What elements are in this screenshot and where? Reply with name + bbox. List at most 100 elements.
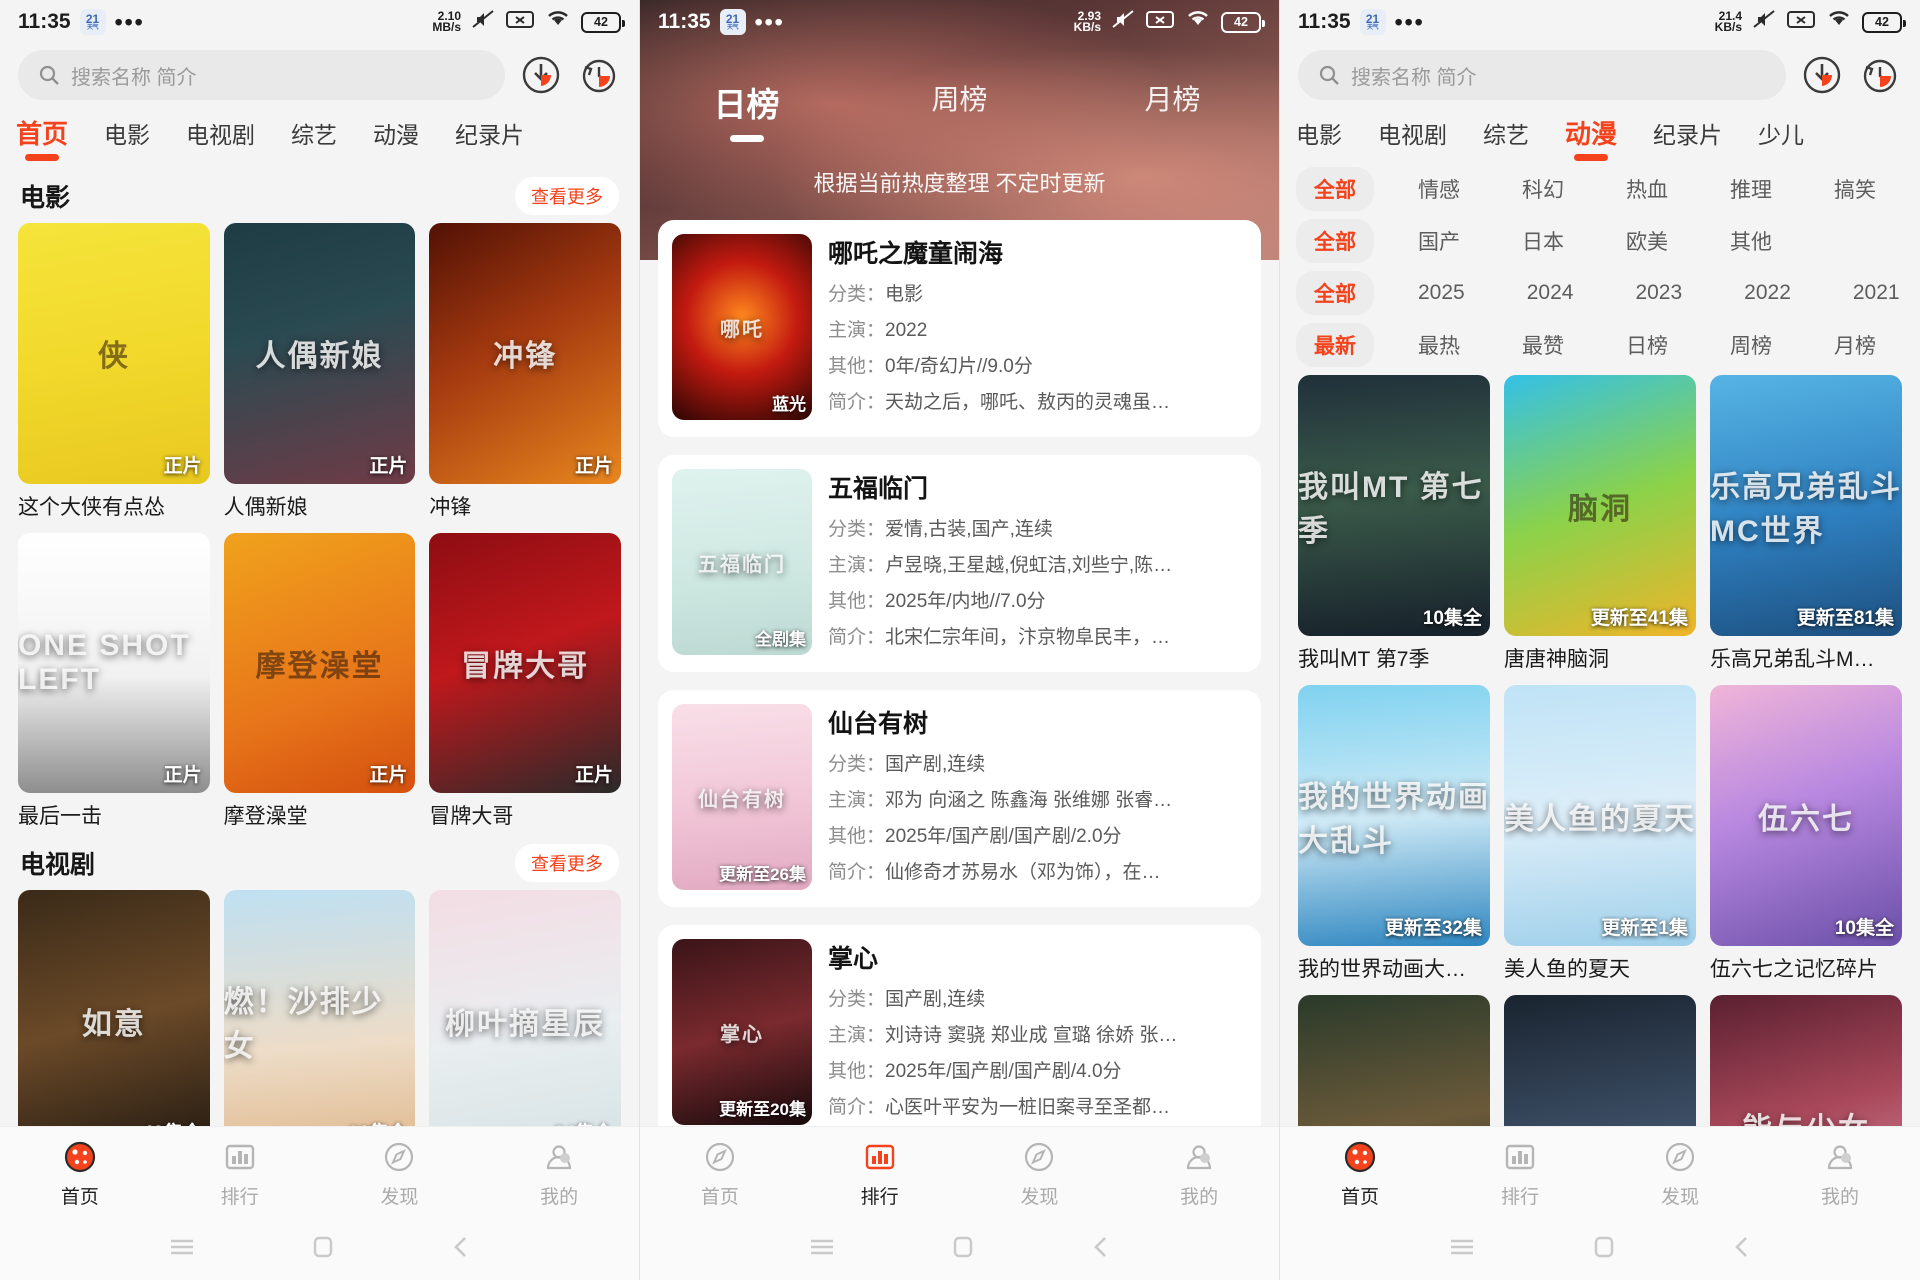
poster-thumbnail[interactable]: 我叫MT 第七季 10集全 (1298, 375, 1490, 637)
bottom-nav[interactable]: 首页 排行 发现 我的 (1280, 1126, 1920, 1218)
search-input[interactable]: 搜索名称 简介 (1298, 50, 1786, 100)
nav-item-首页[interactable]: 首页 (1280, 1137, 1440, 1209)
filter-chip-genre-1[interactable]: 情感 (1400, 167, 1478, 211)
download-button[interactable] (519, 53, 563, 97)
nav-item-发现[interactable]: 发现 (1600, 1137, 1760, 1209)
tab-home-1[interactable]: 电影 (104, 116, 150, 162)
see-more-button[interactable]: 查看更多 (515, 844, 619, 883)
poster-thumbnail[interactable]: 侠正片 (18, 223, 210, 484)
nav-item-我的[interactable]: 我的 (1760, 1137, 1920, 1209)
nav-item-发现[interactable]: 发现 (960, 1137, 1120, 1209)
tab-home-2[interactable]: 电视剧 (186, 116, 255, 162)
home-icon[interactable] (950, 1234, 976, 1265)
tab-anime-5[interactable]: 少儿 (1758, 116, 1804, 162)
category-tabs[interactable]: 首页 电影 电视剧 综艺 动漫 纪录片 (0, 110, 639, 163)
history-button[interactable] (577, 53, 621, 97)
bottom-nav[interactable]: 首页 排行 发现 我的 (0, 1126, 639, 1218)
ranking-tabs[interactable]: 日榜 周榜 月榜 (640, 44, 1279, 126)
filter-chip-sort-5[interactable]: 月榜 (1816, 323, 1894, 367)
system-nav-bar[interactable] (1280, 1218, 1920, 1280)
tab-anime-0[interactable]: 电影 (1296, 116, 1342, 162)
movie-card[interactable]: 摩登澡堂 正片 摩登澡堂 (223, 532, 416, 831)
filter-chip-sort-1[interactable]: 最热 (1400, 323, 1478, 367)
filter-chip-region-4[interactable]: 其他 (1712, 219, 1790, 263)
back-icon[interactable] (450, 1234, 472, 1265)
poster-thumbnail[interactable]: 燃！沙排少女36集全 (223, 890, 416, 1152)
back-icon[interactable] (1731, 1234, 1753, 1265)
tab-anime-1[interactable]: 电视剧 (1378, 116, 1447, 162)
filter-chip-genre-0[interactable]: 全部 (1296, 167, 1374, 211)
rank-list-item[interactable]: 掌心 更新至20集 掌心 分类：国产剧,连续 主演：刘诗诗 窦骁 郑业成 宣璐 徐娇 张… (658, 925, 1261, 1142)
filter-row-genre[interactable]: 全部情感科幻热血推理搞笑冒险奇 (1296, 167, 1904, 211)
filter-row-region[interactable]: 全部 国产 日本 欧美 其他 (1296, 219, 1904, 263)
movie-card[interactable]: 人偶新娘 正片 人偶新娘 (223, 223, 416, 521)
menu-icon[interactable] (807, 1236, 837, 1263)
poster-thumbnail[interactable]: 我的世界动画大乱斗 更新至32集 (1298, 685, 1490, 947)
nav-item-首页[interactable]: 首页 (0, 1137, 160, 1209)
poster-thumbnail[interactable]: 柳叶摘星辰24集全 (429, 890, 621, 1152)
movie-card[interactable]: ONE SHOT LEFT 正片 最后一击 (18, 532, 210, 831)
rank-poster-thumbnail[interactable]: 哪吒 蓝光 (672, 234, 812, 420)
tab-anime-2[interactable]: 综艺 (1483, 116, 1529, 162)
poster-thumbnail[interactable]: 摩登澡堂 正片 (223, 532, 416, 794)
system-nav-bar[interactable] (0, 1218, 639, 1280)
filter-chip-year-2[interactable]: 2024 (1509, 274, 1592, 312)
filter-chip-sort-2[interactable]: 最赞 (1504, 323, 1582, 367)
nav-item-我的[interactable]: 我的 (1119, 1137, 1279, 1209)
tab-anime-3[interactable]: 动漫 (1565, 114, 1617, 163)
nav-item-排行[interactable]: 排行 (1440, 1137, 1600, 1209)
movie-card[interactable]: 冒牌大哥 正片 冒牌大哥 (429, 532, 621, 831)
rank-poster-thumbnail[interactable]: 五福临门 全剧集 (672, 469, 812, 655)
poster-thumbnail[interactable]: 脑洞 更新至41集 (1504, 375, 1696, 637)
back-icon[interactable] (1090, 1234, 1112, 1265)
home-icon[interactable] (310, 1234, 336, 1265)
anime-card[interactable]: 乐高兄弟乱斗MC世界 更新至81集 乐高兄弟乱斗M… (1710, 375, 1902, 673)
anime-card[interactable]: 我的世界动画大乱斗 更新至32集 我的世界动画大… (1298, 685, 1490, 983)
filter-chip-genre-4[interactable]: 推理 (1712, 167, 1790, 211)
see-more-button[interactable]: 查看更多 (515, 177, 619, 215)
filter-chip-region-1[interactable]: 国产 (1400, 219, 1478, 263)
nav-item-我的[interactable]: 我的 (479, 1137, 639, 1209)
filter-chip-genre-2[interactable]: 科幻 (1504, 167, 1582, 211)
anime-card[interactable]: 美人鱼的夏天 更新至1集 美人鱼的夏天 (1504, 685, 1696, 983)
poster-thumbnail[interactable]: ONE SHOT LEFT 正片 (18, 532, 210, 794)
category-tabs[interactable]: 电影 电视剧 综艺 动漫 纪录片 少儿 (1280, 110, 1920, 163)
bottom-nav[interactable]: 首页 排行 发现 我的 (640, 1126, 1279, 1218)
tab-home-4[interactable]: 动漫 (373, 116, 419, 162)
tab-home-0[interactable]: 首页 (16, 114, 68, 163)
anime-card[interactable]: 脑洞 更新至41集 唐唐神脑洞 (1504, 375, 1696, 673)
anime-card[interactable]: 我叫MT 第七季 10集全 我叫MT 第7季 (1298, 375, 1490, 673)
poster-thumbnail[interactable]: 人偶新娘 正片 (223, 223, 416, 484)
poster-thumbnail[interactable]: 冒牌大哥 正片 (429, 532, 621, 794)
rank-tab-0[interactable]: 日榜 (640, 78, 853, 126)
filter-row-year[interactable]: 全部202520242023202220212020 (1296, 271, 1904, 315)
poster-thumbnail[interactable]: 如意42集全 (18, 890, 210, 1151)
anime-card[interactable]: 伍六七 10集全 伍六七之记忆碎片 (1710, 685, 1902, 983)
nav-item-发现[interactable]: 发现 (320, 1137, 480, 1209)
poster-thumbnail[interactable]: 乐高兄弟乱斗MC世界 更新至81集 (1710, 375, 1902, 637)
nav-item-排行[interactable]: 排行 (160, 1137, 320, 1209)
menu-icon[interactable] (167, 1236, 197, 1263)
filter-row-sort[interactable]: 最新 最热 最赞 日榜 周榜 月榜 (1296, 323, 1904, 367)
rank-poster-thumbnail[interactable]: 仙台有树 更新至26集 (672, 704, 812, 890)
rank-list-item[interactable]: 哪吒 蓝光 哪吒之魔童闹海 分类：电影 主演：2022 其他：0年/奇幻片//9.0分 简介… (658, 220, 1261, 437)
filter-chip-year-3[interactable]: 2023 (1617, 274, 1700, 312)
poster-thumbnail[interactable]: 伍六七 10集全 (1710, 685, 1902, 947)
nav-item-排行[interactable]: 排行 (800, 1137, 960, 1209)
filter-chip-sort-0[interactable]: 最新 (1296, 323, 1374, 367)
rank-tab-2[interactable]: 月榜 (1066, 78, 1279, 126)
filter-chip-year-5[interactable]: 2021 (1835, 274, 1904, 312)
rank-poster-thumbnail[interactable]: 掌心 更新至20集 (672, 939, 812, 1125)
filter-chip-sort-4[interactable]: 周榜 (1712, 323, 1790, 367)
poster-thumbnail[interactable]: 冲锋 正片 (429, 223, 621, 484)
history-button[interactable] (1858, 53, 1902, 97)
menu-icon[interactable] (1447, 1236, 1477, 1263)
tab-home-5[interactable]: 纪录片 (455, 116, 524, 162)
tab-home-3[interactable]: 综艺 (291, 116, 337, 162)
home-icon[interactable] (1591, 1234, 1617, 1265)
filter-chip-year-1[interactable]: 2025 (1400, 274, 1483, 312)
download-button[interactable] (1800, 53, 1844, 97)
poster-thumbnail[interactable]: 美人鱼的夏天 更新至1集 (1504, 685, 1696, 947)
rank-list-item[interactable]: 五福临门 全剧集 五福临门 分类：爱情,古装,国产,连续 主演：卢昱晓,王星越,倪虹洁,… (658, 455, 1261, 672)
filter-chip-year-0[interactable]: 全部 (1296, 271, 1374, 315)
